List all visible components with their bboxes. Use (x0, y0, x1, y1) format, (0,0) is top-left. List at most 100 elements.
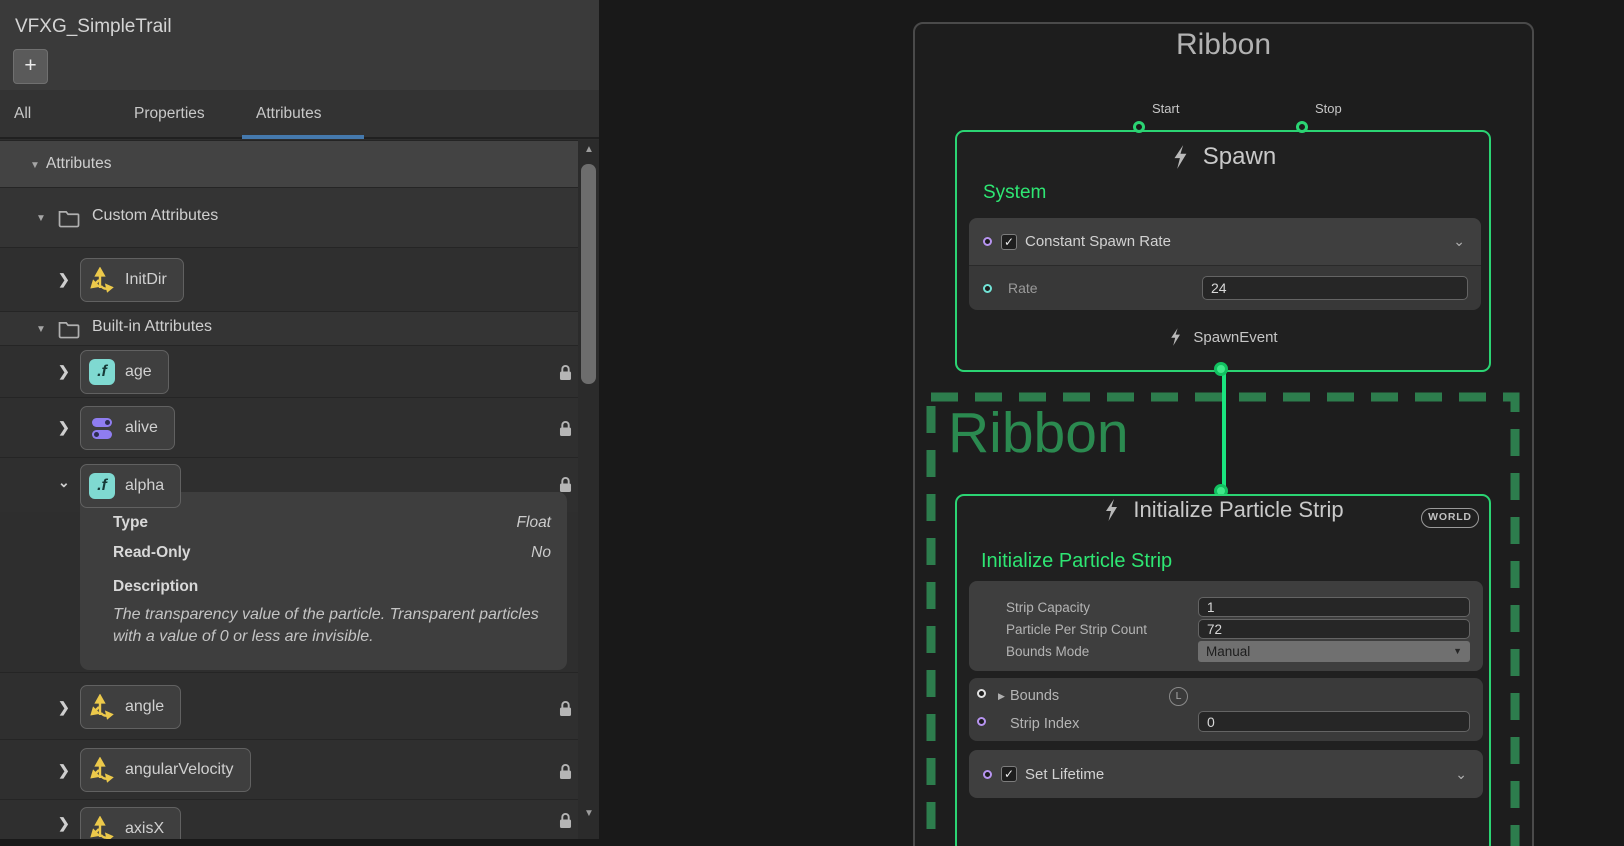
chevron-right-icon[interactable]: ❯ (58, 363, 70, 380)
chevron-right-icon[interactable]: ❯ (58, 762, 70, 779)
spawn-event-label: SpawnEvent (1193, 329, 1277, 346)
lock-icon (558, 812, 573, 829)
strip-index-label: Strip Index (1010, 711, 1079, 737)
float-type-icon: .f (89, 359, 115, 385)
description-text: The transparency value of the particle. … (113, 604, 553, 649)
tree-root-label: Attributes (46, 155, 111, 173)
ribbon-group-label[interactable]: Ribbon (948, 400, 1129, 466)
vector-type-icon (89, 694, 115, 720)
bounds-mode-value: Manual (1206, 644, 1250, 659)
attribute-pill-initdir[interactable]: InitDir (80, 258, 184, 302)
rate-label: Rate (1008, 280, 1038, 296)
spawn-event-row: SpawnEvent (955, 322, 1491, 352)
attribute-pill-axisx[interactable]: axisX (80, 807, 181, 839)
dropdown-arrow-icon: ▼ (1453, 641, 1462, 662)
blackboard-panel: VFXG_SimpleTrail + All Properties Attrib… (0, 0, 599, 839)
flow-edge[interactable] (1222, 372, 1226, 494)
attribute-name: age (125, 363, 152, 381)
space-world-badge[interactable]: WORLD (1421, 508, 1479, 528)
initialize-node-title: Initialize Particle Strip (1133, 497, 1343, 523)
start-port-label: Start (1152, 101, 1179, 116)
set-lifetime-label: Set Lifetime (1025, 766, 1104, 783)
attribute-row-initdir[interactable]: ❯ InitDir (0, 248, 578, 312)
scroll-up-icon[interactable]: ▲ (582, 144, 596, 155)
lock-icon (558, 763, 573, 780)
spawn-output-port[interactable] (1214, 362, 1228, 376)
spawn-start-port[interactable] (1133, 121, 1145, 133)
attribute-row-age[interactable]: ❯ .f age (0, 346, 578, 398)
group-label: Built-in Attributes (92, 318, 212, 336)
readonly-value: No (531, 544, 551, 562)
attribute-pill-alive[interactable]: alive (80, 406, 175, 450)
constant-spawn-rate-block[interactable]: ✓ Constant Spawn Rate ⌄ (969, 218, 1481, 265)
spawn-context-label: System (983, 182, 1046, 204)
attribute-pill-age[interactable]: .f age (80, 350, 169, 394)
chevron-down-icon[interactable]: ⌄ (58, 474, 70, 491)
folder-icon (58, 209, 81, 228)
collapse-triangle-icon[interactable]: ▼ (36, 324, 46, 335)
type-label: Type (113, 514, 148, 532)
collapse-triangle-icon[interactable]: ▼ (30, 160, 40, 171)
tree-root-attributes[interactable]: ▼ Attributes (0, 140, 599, 188)
attribute-detail-panel: Type Float Read-Only No Description The … (80, 492, 567, 670)
add-attribute-button[interactable]: + (13, 49, 48, 84)
chevron-down-icon[interactable]: ⌄ (1453, 233, 1465, 250)
group-builtin-attributes[interactable]: ▼ Built-in Attributes (0, 312, 578, 346)
check-icon: ✓ (1004, 235, 1014, 249)
set-lifetime-block[interactable]: ✓ Set Lifetime ⌄ (969, 750, 1483, 798)
bool-type-icon (89, 415, 115, 441)
strip-capacity-label: Strip Capacity (1006, 597, 1090, 619)
readonly-label: Read-Only (113, 544, 191, 562)
bounds-mode-label: Bounds Mode (1006, 641, 1089, 663)
stop-port-label: Stop (1315, 101, 1342, 116)
attribute-name: angularVelocity (125, 761, 234, 779)
tab-properties[interactable]: Properties (120, 90, 242, 137)
attribute-row-alive[interactable]: ❯ alive (0, 398, 578, 458)
lock-icon (558, 476, 573, 493)
spawn-node-header: Spawn (955, 140, 1491, 174)
constant-spawn-rate-port[interactable] (983, 237, 992, 246)
collapse-triangle-icon[interactable]: ▼ (36, 213, 46, 224)
strip-index-port[interactable] (977, 717, 986, 726)
group-custom-attributes[interactable]: ▼ Custom Attributes (0, 188, 578, 248)
lock-icon (558, 364, 573, 381)
float-type-icon: .f (89, 473, 115, 499)
lock-icon (558, 700, 573, 717)
blackboard-header (0, 0, 599, 90)
check-icon: ✓ (1004, 767, 1014, 781)
expander-triangle-icon[interactable]: ▶ (998, 683, 1005, 709)
chevron-right-icon[interactable]: ❯ (58, 815, 70, 832)
spawn-stop-port[interactable] (1296, 121, 1308, 133)
bounds-port[interactable] (977, 689, 986, 698)
attribute-row-angle[interactable]: ❯ angle (0, 672, 578, 740)
constant-spawn-rate-checkbox[interactable]: ✓ (1001, 234, 1017, 250)
chevron-right-icon[interactable]: ❯ (58, 699, 70, 716)
local-space-badge[interactable]: L (1169, 687, 1188, 706)
attribute-pill-angle[interactable]: angle (80, 685, 181, 729)
initialize-props-block: ▶ Bounds L Strip Index (969, 678, 1483, 741)
scrollbar-thumb[interactable] (581, 164, 596, 384)
strip-index-input[interactable] (1198, 711, 1470, 732)
spawn-block-group: ✓ Constant Spawn Rate ⌄ Rate (969, 218, 1481, 310)
chevron-down-icon[interactable]: ⌄ (1455, 766, 1467, 783)
particle-per-strip-count-input[interactable] (1198, 619, 1470, 639)
rate-input[interactable] (1202, 276, 1468, 300)
tab-attributes[interactable]: Attributes (242, 90, 364, 137)
rate-port[interactable] (983, 284, 992, 293)
initialize-context-label: Initialize Particle Strip (981, 550, 1172, 573)
bounds-mode-dropdown[interactable]: Manual ▼ (1198, 641, 1470, 662)
spawn-node-title: Spawn (1203, 143, 1276, 171)
set-lifetime-checkbox[interactable]: ✓ (1001, 766, 1017, 782)
scroll-down-icon[interactable]: ▼ (582, 808, 596, 819)
attribute-pill-alpha[interactable]: .f alpha (80, 464, 181, 508)
attribute-name: InitDir (125, 271, 167, 289)
attribute-row-angular-velocity[interactable]: ❯ angularVelocity (0, 740, 578, 800)
set-lifetime-port[interactable] (983, 770, 992, 779)
chevron-right-icon[interactable]: ❯ (58, 271, 70, 288)
chevron-right-icon[interactable]: ❯ (58, 419, 70, 436)
attribute-row-axisx[interactable]: ❯ axisX (0, 800, 578, 839)
tab-all[interactable]: All (0, 90, 120, 137)
attribute-pill-angular-velocity[interactable]: angularVelocity (80, 748, 251, 792)
blackboard-title: VFXG_SimpleTrail (15, 16, 172, 38)
strip-capacity-input[interactable] (1198, 597, 1470, 617)
